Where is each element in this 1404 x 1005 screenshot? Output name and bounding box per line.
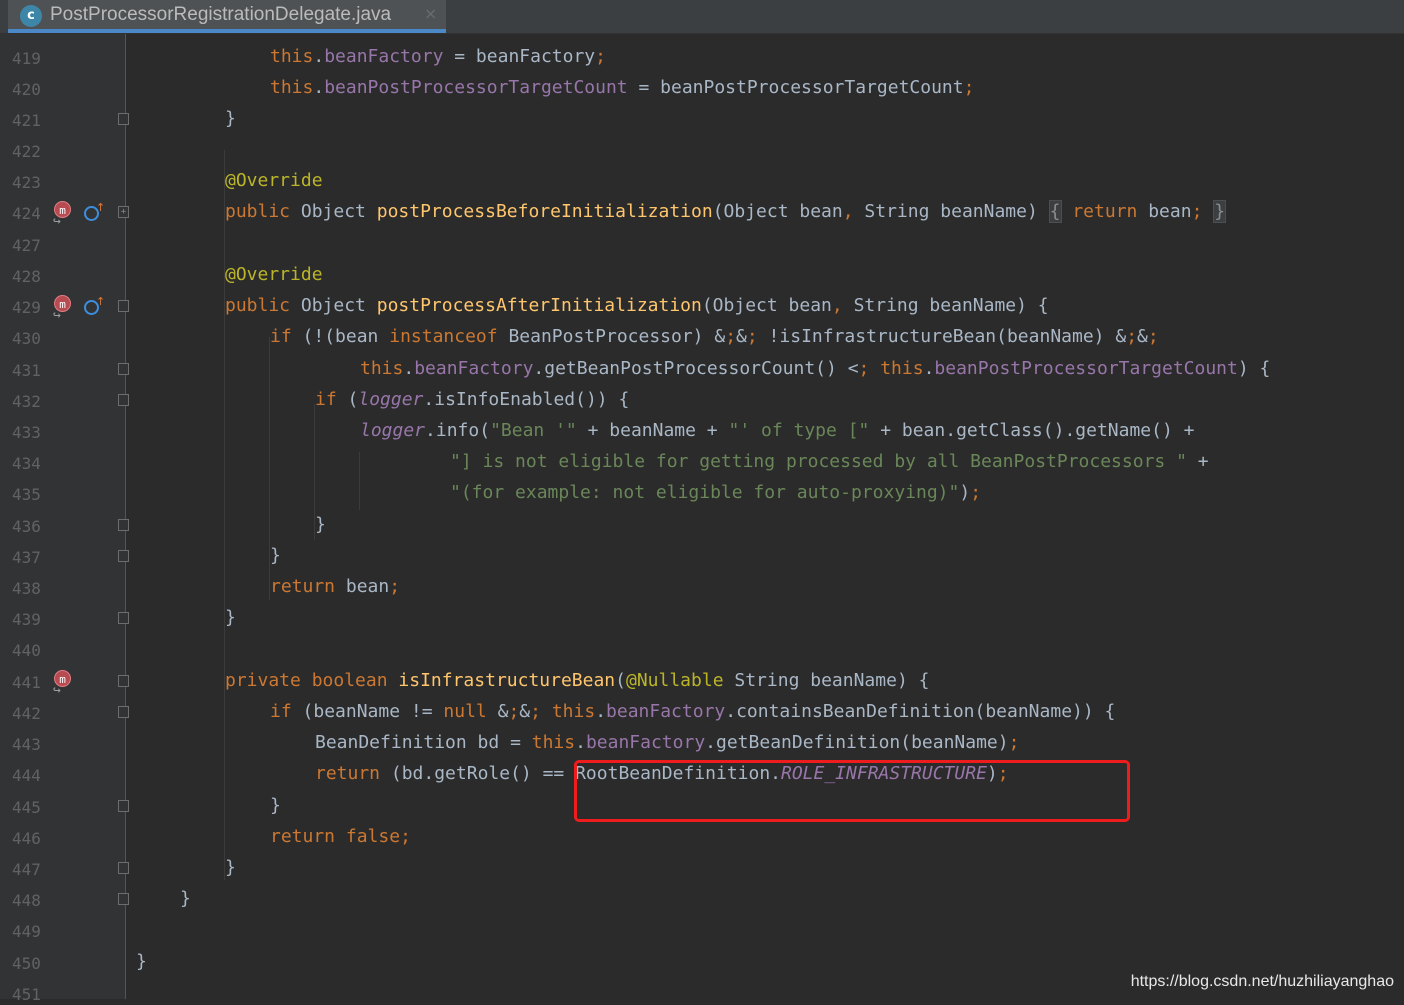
fold-collapse-icon[interactable] <box>118 550 129 562</box>
line-number: 441 <box>12 673 41 692</box>
line-number: 451 <box>12 985 41 1004</box>
line-number: 450 <box>12 954 41 973</box>
line-number: 419 <box>12 49 41 68</box>
code-line[interactable]: public Object postProcessAfterInitializa… <box>225 294 1049 318</box>
code-line[interactable]: this.beanFactory = beanFactory; <box>270 45 606 69</box>
highlight-annotation-box <box>574 760 1130 822</box>
watermark: https://blog.csdn.net/huzhiliayanghao <box>1130 973 1394 990</box>
line-number: 433 <box>12 423 41 442</box>
line-number: 436 <box>12 517 41 536</box>
code-line[interactable]: "] is not eligible for getting processed… <box>450 450 1209 474</box>
line-number: 430 <box>12 329 41 348</box>
close-icon[interactable]: × <box>424 4 437 23</box>
line-number: 443 <box>12 735 41 754</box>
fold-collapse-icon[interactable] <box>118 893 129 905</box>
line-number: 427 <box>12 236 41 255</box>
code-line[interactable]: BeanDefinition bd = this.beanFactory.get… <box>315 731 1019 755</box>
gutter-divider <box>125 34 126 999</box>
indent-guide <box>359 452 360 510</box>
code-line[interactable]: this.beanFactory.getBeanPostProcessorCou… <box>360 357 1270 381</box>
line-number: 449 <box>12 922 41 941</box>
fold-collapse-icon[interactable] <box>118 363 129 375</box>
code-line[interactable]: this.beanPostProcessorTargetCount = bean… <box>270 76 974 100</box>
code-line[interactable]: return false; <box>270 825 411 849</box>
line-number: 428 <box>12 267 41 286</box>
line-number: 435 <box>12 485 41 504</box>
code-line[interactable]: } <box>270 544 281 568</box>
line-number: 446 <box>12 829 41 848</box>
navigate-arrow-icon: ↪ <box>53 308 61 323</box>
code-line[interactable]: "(for example: not eligible for auto-pro… <box>450 481 981 505</box>
fold-collapse-icon[interactable] <box>118 394 129 406</box>
fold-collapse-icon[interactable] <box>118 300 129 312</box>
line-number: 440 <box>12 641 41 660</box>
line-number: 437 <box>12 548 41 567</box>
tab-title: PostProcessorRegistrationDelegate.java <box>50 4 392 25</box>
fold-collapse-icon[interactable] <box>118 862 129 874</box>
fold-collapse-icon[interactable] <box>118 612 129 624</box>
navigate-arrow-icon: ↪ <box>53 214 61 229</box>
code-line[interactable]: if (!(bean instanceof BeanPostProcessor)… <box>270 325 1159 349</box>
code-line[interactable]: @Override <box>225 169 323 193</box>
fold-collapse-icon[interactable] <box>118 113 129 125</box>
code-line[interactable]: public Object postProcessBeforeInitializ… <box>225 200 1227 224</box>
line-number: 422 <box>12 142 41 161</box>
code-line[interactable]: return bean; <box>270 575 400 599</box>
fold-collapse-icon[interactable] <box>118 675 129 687</box>
line-number: 445 <box>12 798 41 817</box>
line-number: 438 <box>12 579 41 598</box>
code-line[interactable]: } <box>136 950 147 974</box>
line-number: 434 <box>12 454 41 473</box>
line-number: 429 <box>12 298 41 317</box>
code-line[interactable]: @Override <box>225 263 323 287</box>
super-method-arrow-icon: ↑ <box>96 295 106 308</box>
indent-guide <box>224 150 225 880</box>
fold-expand-icon[interactable]: + <box>118 206 129 218</box>
line-number: 421 <box>12 111 41 130</box>
line-number: 420 <box>12 80 41 99</box>
line-number: 439 <box>12 610 41 629</box>
line-number: 447 <box>12 860 41 879</box>
line-number: 448 <box>12 891 41 910</box>
code-line[interactable]: if (beanName != null &;&; this.beanFacto… <box>270 700 1115 724</box>
code-line[interactable]: if (logger.isInfoEnabled()) { <box>315 388 629 412</box>
code-line[interactable]: } <box>225 606 236 630</box>
code-line[interactable]: } <box>180 887 191 911</box>
code-line[interactable]: private boolean isInfrastructureBean(@Nu… <box>225 669 929 693</box>
fold-collapse-icon[interactable] <box>118 706 129 718</box>
line-number: 432 <box>12 392 41 411</box>
super-method-arrow-icon: ↑ <box>96 201 106 214</box>
code-line[interactable]: } <box>270 794 281 818</box>
line-number: 423 <box>12 173 41 192</box>
tab-postprocessor-registration-delegate[interactable]: c PostProcessorRegistrationDelegate.java… <box>8 0 446 33</box>
code-line[interactable]: logger.info("Bean '" + beanName + "' of … <box>360 419 1194 443</box>
code-line[interactable]: } <box>225 856 236 880</box>
navigate-arrow-icon: ↪ <box>53 683 61 698</box>
code-line[interactable]: } <box>315 513 326 537</box>
java-class-icon: c <box>20 5 42 27</box>
code-line[interactable]: } <box>225 107 236 131</box>
line-number: 442 <box>12 704 41 723</box>
line-number: 431 <box>12 361 41 380</box>
fold-collapse-icon[interactable] <box>118 519 129 531</box>
line-number: 424 <box>12 204 41 223</box>
editor-tab-bar: c PostProcessorRegistrationDelegate.java… <box>0 0 1404 34</box>
line-number: 444 <box>12 766 41 785</box>
fold-collapse-icon[interactable] <box>118 800 129 812</box>
